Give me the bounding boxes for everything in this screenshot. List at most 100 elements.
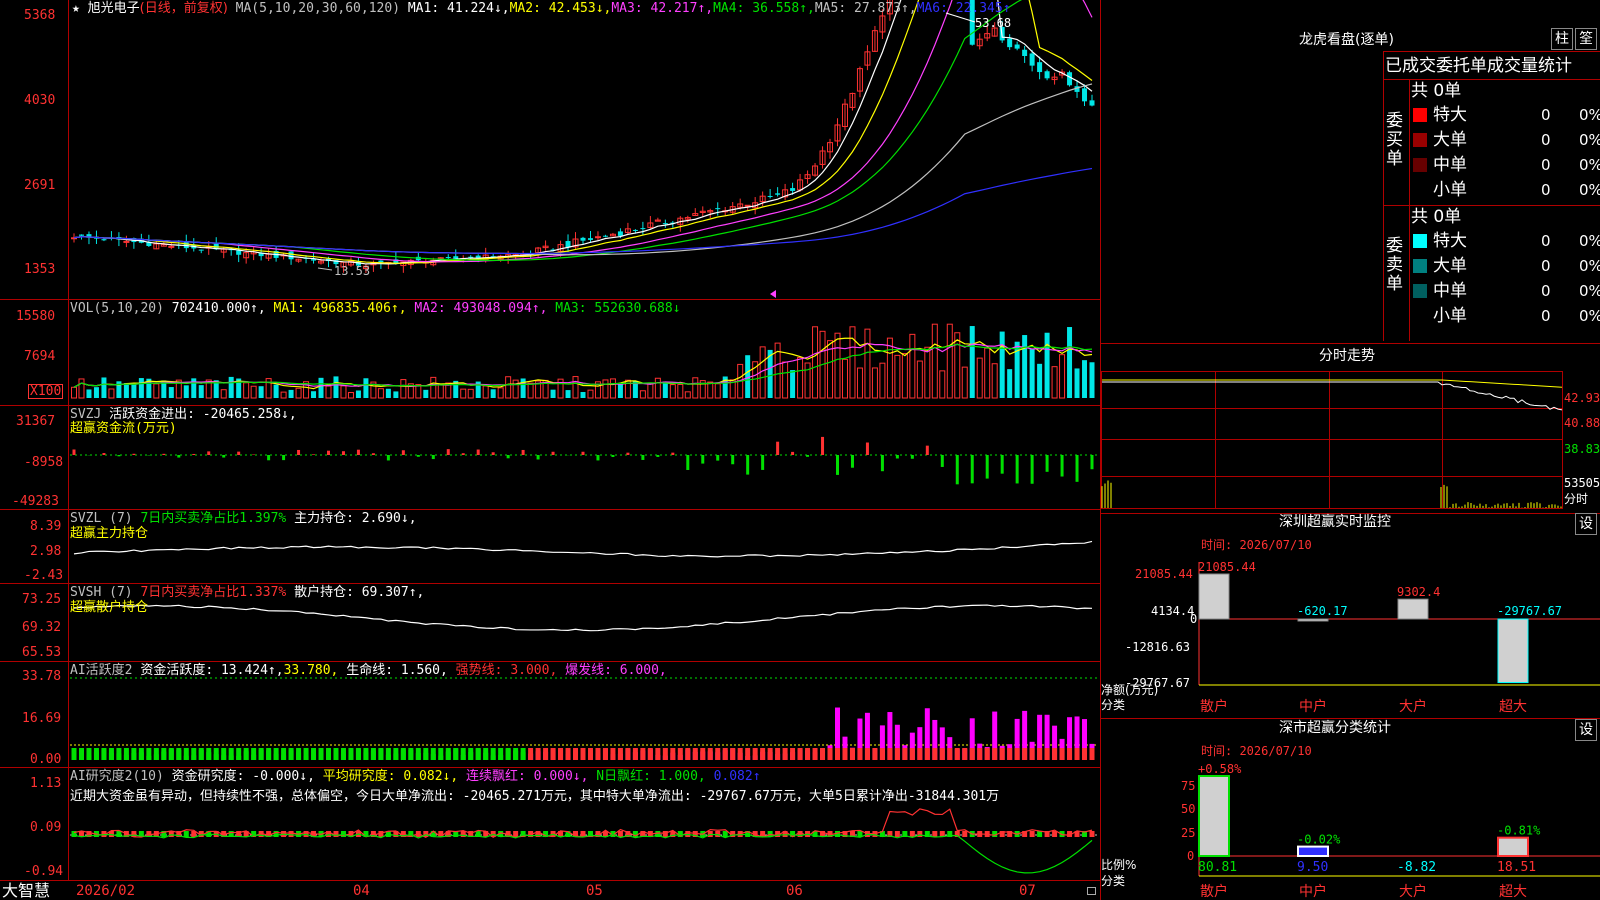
svzj-bar: [327, 450, 330, 455]
sz-class-axis: 25: [1181, 826, 1196, 840]
ai1-base-bar: [468, 748, 474, 760]
ai1-base-bar: [580, 748, 586, 760]
sz-monitor-value-label: -620.17: [1297, 604, 1348, 618]
volume-bar-up: [78, 378, 85, 399]
date-label: 2026/02: [76, 883, 136, 899]
ai1-base-bar: [954, 748, 960, 760]
period-label[interactable]: (日线，前复权): [140, 1, 228, 16]
svzj-bar: [761, 455, 765, 470]
candle-body-down: [715, 208, 721, 210]
sell-legend-swatch: [1413, 234, 1427, 248]
main-chart-area[interactable]: 5368 4030 2691 1353 15580 7694 X100 3136…: [0, 0, 1101, 900]
sz-monitor-value-label: 9302.4: [1397, 585, 1440, 599]
volume-bar-up: [325, 385, 332, 399]
candle-body-down: [767, 195, 773, 197]
sz-class-category-label: 散户: [1200, 883, 1228, 900]
ai1-base-bar: [408, 748, 414, 760]
volume-bar-up: [849, 326, 856, 399]
volume-bar-up: [340, 385, 347, 399]
ai1-base-bar: [812, 748, 818, 760]
ai1-base-bar: [872, 748, 878, 760]
volume-bar-up: [1059, 354, 1066, 399]
volume-bar-up: [512, 379, 519, 399]
volume-bar-down: [191, 378, 197, 398]
ai1-base-bar: [602, 748, 608, 760]
sell-row-name: 大单: [1433, 256, 1467, 276]
buy-row-name: 小单: [1433, 180, 1467, 200]
candle-body-down: [775, 193, 781, 195]
ai1-base-bar: [625, 748, 631, 760]
ai1-base-bar: [820, 748, 826, 760]
ai1-base-bar: [864, 748, 870, 760]
sz-monitor-bar: [1497, 618, 1529, 684]
svzj-bar: [341, 451, 345, 455]
sell-row-name: 小单: [1433, 306, 1467, 326]
favorite-star-icon[interactable]: ★: [72, 1, 80, 16]
volume-bar-up: [939, 370, 946, 399]
ai1-header: AI活跃度2 资金活跃度: 13.424↑,33.780, 生命线: 1.560…: [70, 663, 667, 678]
ai2-bar: [722, 831, 728, 837]
ai2-header: AI研究度2(10) 资金研究度: -0.000↓, 平均研究度: 0.082↓…: [70, 769, 761, 784]
volume-bar-down: [131, 384, 137, 398]
volume-bar-down: [393, 391, 399, 398]
volume-bar-up: [220, 389, 227, 399]
ai1-base-bar: [535, 748, 541, 760]
candle-body-down: [1037, 62, 1043, 73]
ai1-base-bar: [303, 748, 309, 760]
volume-bar-up: [602, 379, 609, 399]
volume-bar-up: [437, 383, 444, 399]
sz-class-axis: 75: [1181, 779, 1196, 793]
sz-class-bar: [1497, 836, 1529, 858]
ai1-base-bar: [587, 748, 593, 760]
ai1-base-bar: [430, 748, 436, 760]
sell-row-count: 0: [1541, 232, 1551, 250]
ai1-base-bar: [558, 748, 564, 760]
svsh-axis-label: 69.32: [22, 620, 62, 635]
volume-bar-down: [228, 376, 234, 398]
volume-bar-up: [782, 361, 789, 399]
volume-bar-up: [894, 354, 901, 399]
svzj-bar: [312, 454, 316, 455]
svzj-bar: [671, 452, 675, 455]
ai1-base-bar: [1059, 748, 1065, 760]
volume-bar-down: [999, 331, 1005, 398]
volume-bar-up: [609, 378, 616, 399]
svzj-bar: [267, 455, 271, 461]
svzj-bar: [626, 452, 630, 455]
volume-bar-down: [490, 389, 496, 398]
volume-bar-down: [101, 377, 107, 398]
svzj-bar: [910, 455, 914, 459]
sz-class-settings-button[interactable]: 设: [1575, 719, 1597, 741]
ai1-base-bar: [1007, 748, 1013, 760]
low-price-label: 13.53: [334, 264, 371, 278]
ai2-bar: [662, 831, 668, 837]
ai1-base-bar: [715, 748, 721, 760]
ai1-base-bar: [288, 748, 294, 760]
sz-monitor-bar: [1198, 573, 1230, 620]
ai1-base-bar: [782, 748, 788, 760]
volume-bar-up: [243, 382, 250, 399]
buy-row-pct: 0%: [1579, 131, 1600, 149]
ai1-base-bar: [513, 748, 519, 760]
brand-logo[interactable]: 大智慧: [2, 882, 50, 900]
ai1-base-bar: [984, 748, 990, 760]
sz-monitor-value-label: 21085.44: [1198, 560, 1256, 574]
ai1-base-bar: [760, 748, 766, 760]
ai1-base-bar: [842, 748, 848, 760]
ai1-base-bar: [505, 748, 511, 760]
svzj-bar: [581, 451, 585, 455]
ai1-base-bar: [251, 748, 257, 760]
buy-legend-swatch: [1413, 108, 1427, 122]
ai1-base-bar: [138, 748, 144, 760]
ai1-base-bar: [483, 748, 489, 760]
ai1-base-bar: [168, 748, 174, 760]
sz-monitor-bar: [1397, 598, 1429, 620]
ai1-base-bar: [243, 748, 249, 760]
sz-class-bar: [1198, 775, 1230, 857]
ai2-bar: [617, 831, 623, 837]
buy-row-count: 0: [1541, 181, 1551, 199]
candle-body-down: [378, 260, 384, 263]
svzj-bar: [461, 453, 465, 455]
ai1-base-bar: [647, 748, 653, 760]
volume-bar-down: [123, 383, 129, 398]
